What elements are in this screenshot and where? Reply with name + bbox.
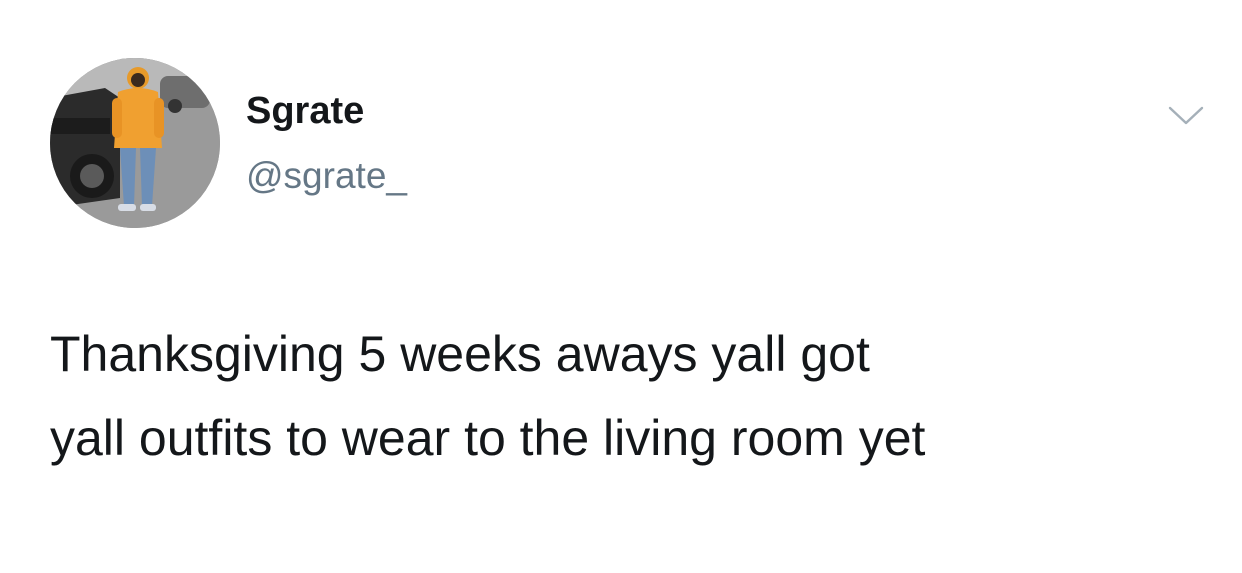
avatar[interactable]	[50, 58, 220, 228]
user-handle[interactable]: @sgrate_	[246, 154, 407, 198]
tweet: Sgrate @sgrate_ Thanksgiving 5 weeks awa…	[0, 0, 1242, 573]
profile-photo-image	[50, 58, 220, 228]
tweet-text: Thanksgiving 5 weeks aways yall got yall…	[50, 312, 1210, 480]
chevron-down-icon	[1168, 106, 1204, 125]
tweet-text-line: Thanksgiving 5 weeks aways yall got	[50, 326, 870, 382]
tweet-text-line: yall outfits to wear to the living room …	[50, 410, 926, 466]
display-name[interactable]: Sgrate	[246, 88, 364, 134]
tweet-menu-button[interactable]	[1166, 104, 1206, 128]
